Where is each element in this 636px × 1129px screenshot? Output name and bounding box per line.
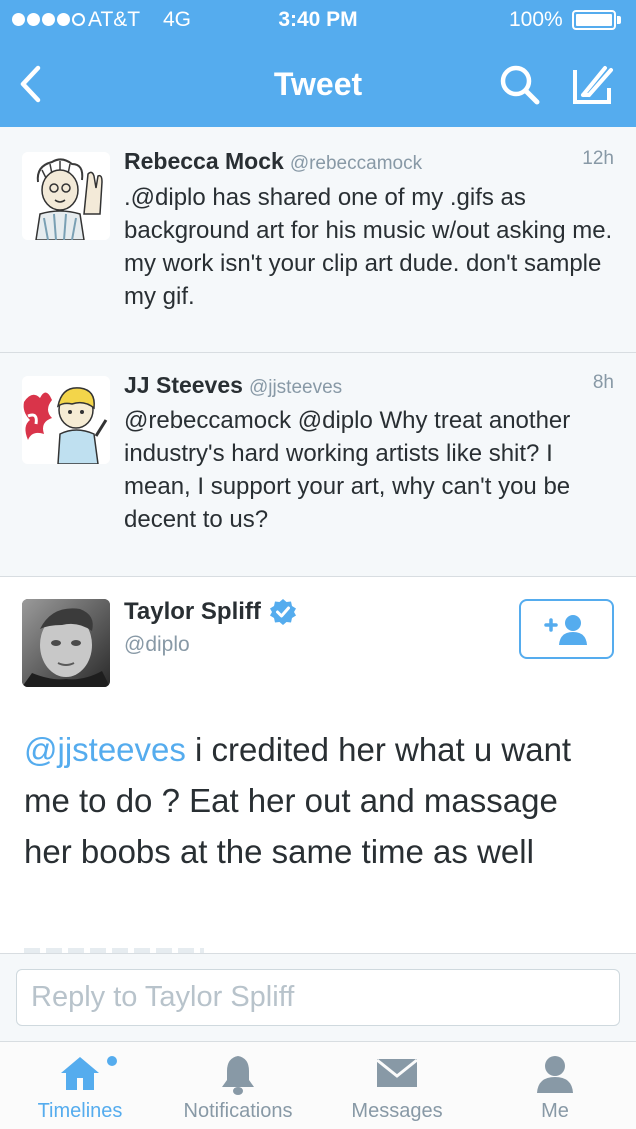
compose-button[interactable] xyxy=(567,62,617,108)
tab-notifications[interactable]: Notifications xyxy=(160,1042,316,1129)
main-tweet-text: @jjsteeves i credited her what u want me… xyxy=(24,724,614,877)
tweet-author-name[interactable]: JJ Steeves @jjsteeves xyxy=(124,372,342,399)
search-icon xyxy=(500,65,540,105)
tweet-row[interactable]: JJ Steeves @jjsteeves 8h @rebeccamock @di… xyxy=(0,353,636,577)
person-icon xyxy=(537,1056,573,1093)
tab-messages[interactable]: Messages xyxy=(334,1042,460,1129)
search-button[interactable] xyxy=(497,62,543,108)
tweet-row[interactable]: Rebecca Mock @rebeccamock 12h .@diplo has… xyxy=(0,127,636,353)
reply-bar xyxy=(0,953,636,1041)
main-author[interactable]: Taylor Spliff xyxy=(124,598,297,626)
app-header: AT&T 4G 3:40 PM 100% Tweet xyxy=(0,0,636,127)
user-avatar-illustration xyxy=(22,152,110,240)
user-avatar-photo xyxy=(22,599,110,687)
tab-bar: Timelines Notifications Messages Me xyxy=(0,1041,636,1129)
mention-link[interactable]: @jjsteeves xyxy=(24,731,186,768)
battery-percent: 100% xyxy=(509,8,563,31)
add-user-icon xyxy=(544,615,587,645)
home-icon xyxy=(61,1057,99,1090)
tweet-timestamp: 8h xyxy=(592,372,614,393)
tab-label: Notifications xyxy=(183,1100,293,1122)
new-indicator-dot xyxy=(107,1056,117,1066)
tab-timelines[interactable]: Timelines xyxy=(14,1042,146,1129)
author-handle: @rebeccamock xyxy=(289,153,423,174)
avatar[interactable] xyxy=(22,152,110,240)
author-handle: @diplo xyxy=(124,633,190,656)
tweet-text: @rebeccamock @diplo Why treat another in… xyxy=(124,407,571,533)
avatar[interactable] xyxy=(22,376,110,464)
envelope-icon xyxy=(376,1058,418,1087)
verified-badge-icon xyxy=(269,599,296,625)
author-name: Taylor Spliff xyxy=(124,598,261,625)
tweet-author-name[interactable]: Rebecca Mock @rebeccamock xyxy=(124,148,422,175)
follow-button[interactable] xyxy=(519,599,614,659)
tab-label: Messages xyxy=(351,1100,443,1122)
status-bar: AT&T 4G 3:40 PM 100% xyxy=(0,0,636,40)
battery-icon xyxy=(572,10,616,30)
user-avatar-illustration xyxy=(22,376,110,464)
nav-bar: Tweet xyxy=(0,40,636,127)
tab-me[interactable]: Me xyxy=(515,1042,595,1129)
battery-tip xyxy=(617,16,621,24)
author-name: JJ Steeves xyxy=(124,372,243,398)
tweet-timestamp: 12h xyxy=(582,148,614,169)
tweet-text: .@diplo has shared one of my .gifs as ba… xyxy=(124,184,613,310)
tab-label: Me xyxy=(541,1100,569,1122)
bell-icon xyxy=(222,1056,254,1095)
tab-label: Timelines xyxy=(37,1100,123,1122)
main-tweet: Taylor Spliff @diplo @jjsteeves i credit… xyxy=(0,578,636,953)
author-name: Rebecca Mock xyxy=(124,148,284,174)
avatar[interactable] xyxy=(22,599,110,687)
compose-icon xyxy=(573,66,613,104)
reply-input[interactable] xyxy=(16,969,620,1026)
author-handle: @jjsteeves xyxy=(248,377,343,398)
